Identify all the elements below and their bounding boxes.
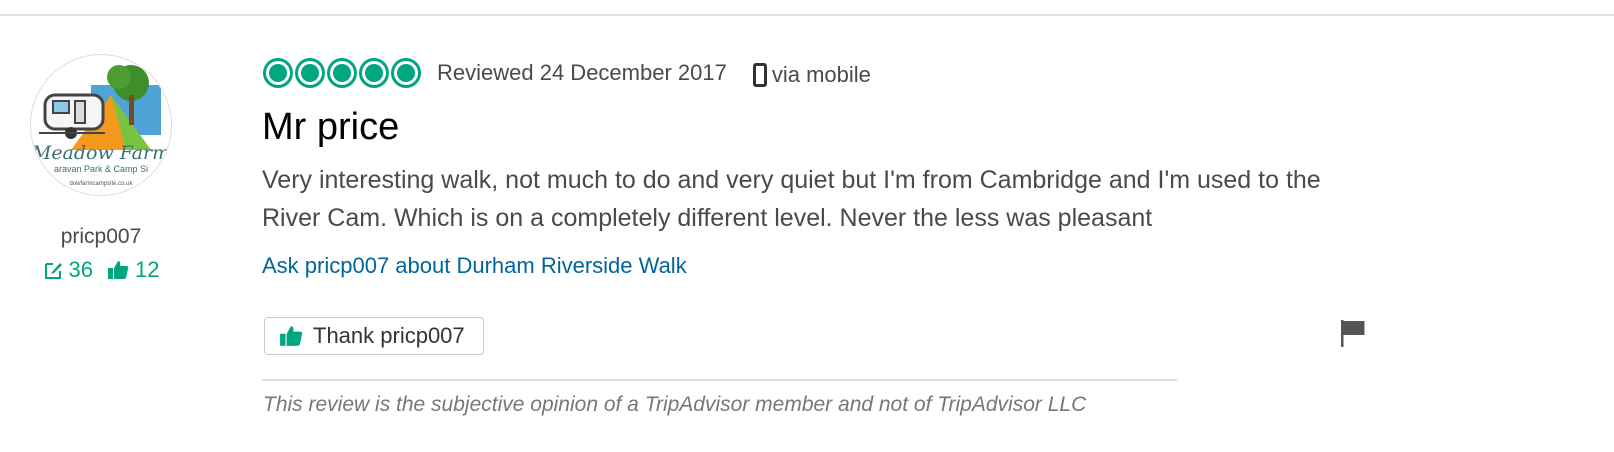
review-meta: Reviewed 24 December 2017 via mobile	[262, 55, 1382, 91]
thumbs-up-icon	[280, 326, 303, 346]
avatar-text-3: dowfarmcampsite.co.uk	[69, 181, 133, 187]
thumbs-up-icon	[108, 261, 129, 279]
helpful-votes-stat[interactable]: 12	[107, 257, 159, 283]
top-divider	[0, 14, 1614, 16]
avatar-image: Meadow Farm aravan Park & Camp Si dowfar…	[31, 55, 171, 195]
mobile-phone-icon	[752, 63, 767, 87]
ask-reviewer-link[interactable]: Ask pricp007 about Durham Riverside Walk	[262, 253, 687, 279]
rating-bubble-icon	[359, 58, 389, 88]
member-info: Meadow Farm aravan Park & Camp Si dowfar…	[18, 55, 184, 283]
bubble-rating	[263, 58, 421, 88]
rating-bubble-icon	[263, 58, 293, 88]
review-count: 36	[68, 257, 93, 282]
via-mobile-label: via mobile	[771, 62, 871, 87]
thank-button[interactable]: Thank pricp007	[264, 317, 484, 355]
edit-icon	[44, 263, 62, 279]
review-count-stat[interactable]: 36	[43, 257, 93, 283]
disclaimer-divider	[262, 379, 1177, 381]
review-date: Reviewed 24 December 2017	[437, 60, 727, 85]
review-title[interactable]: Mr price	[262, 105, 1382, 149]
avatar-text-2: aravan Park & Camp Si	[54, 164, 148, 174]
helpful-votes-count: 12	[135, 257, 160, 282]
rating-bubble-icon	[391, 58, 421, 88]
disclaimer-text: This review is the subjective opinion of…	[263, 393, 1087, 416]
rating-bubble-icon	[327, 58, 357, 88]
flag-icon[interactable]	[1340, 318, 1370, 348]
avatar-text-1: Meadow Farm	[31, 142, 170, 164]
rating-bubble-icon	[295, 58, 325, 88]
member-stats: 36 12	[18, 257, 184, 283]
member-username[interactable]: pricp007	[18, 225, 184, 249]
via-mobile: via mobile	[752, 62, 871, 88]
avatar[interactable]: Meadow Farm aravan Park & Camp Si dowfar…	[31, 55, 171, 195]
review-card: Reviewed 24 December 2017 via mobile Mr …	[262, 55, 1382, 355]
thank-button-label: Thank pricp007	[313, 323, 465, 348]
review-body: Very interesting walk, not much to do an…	[262, 166, 1321, 232]
